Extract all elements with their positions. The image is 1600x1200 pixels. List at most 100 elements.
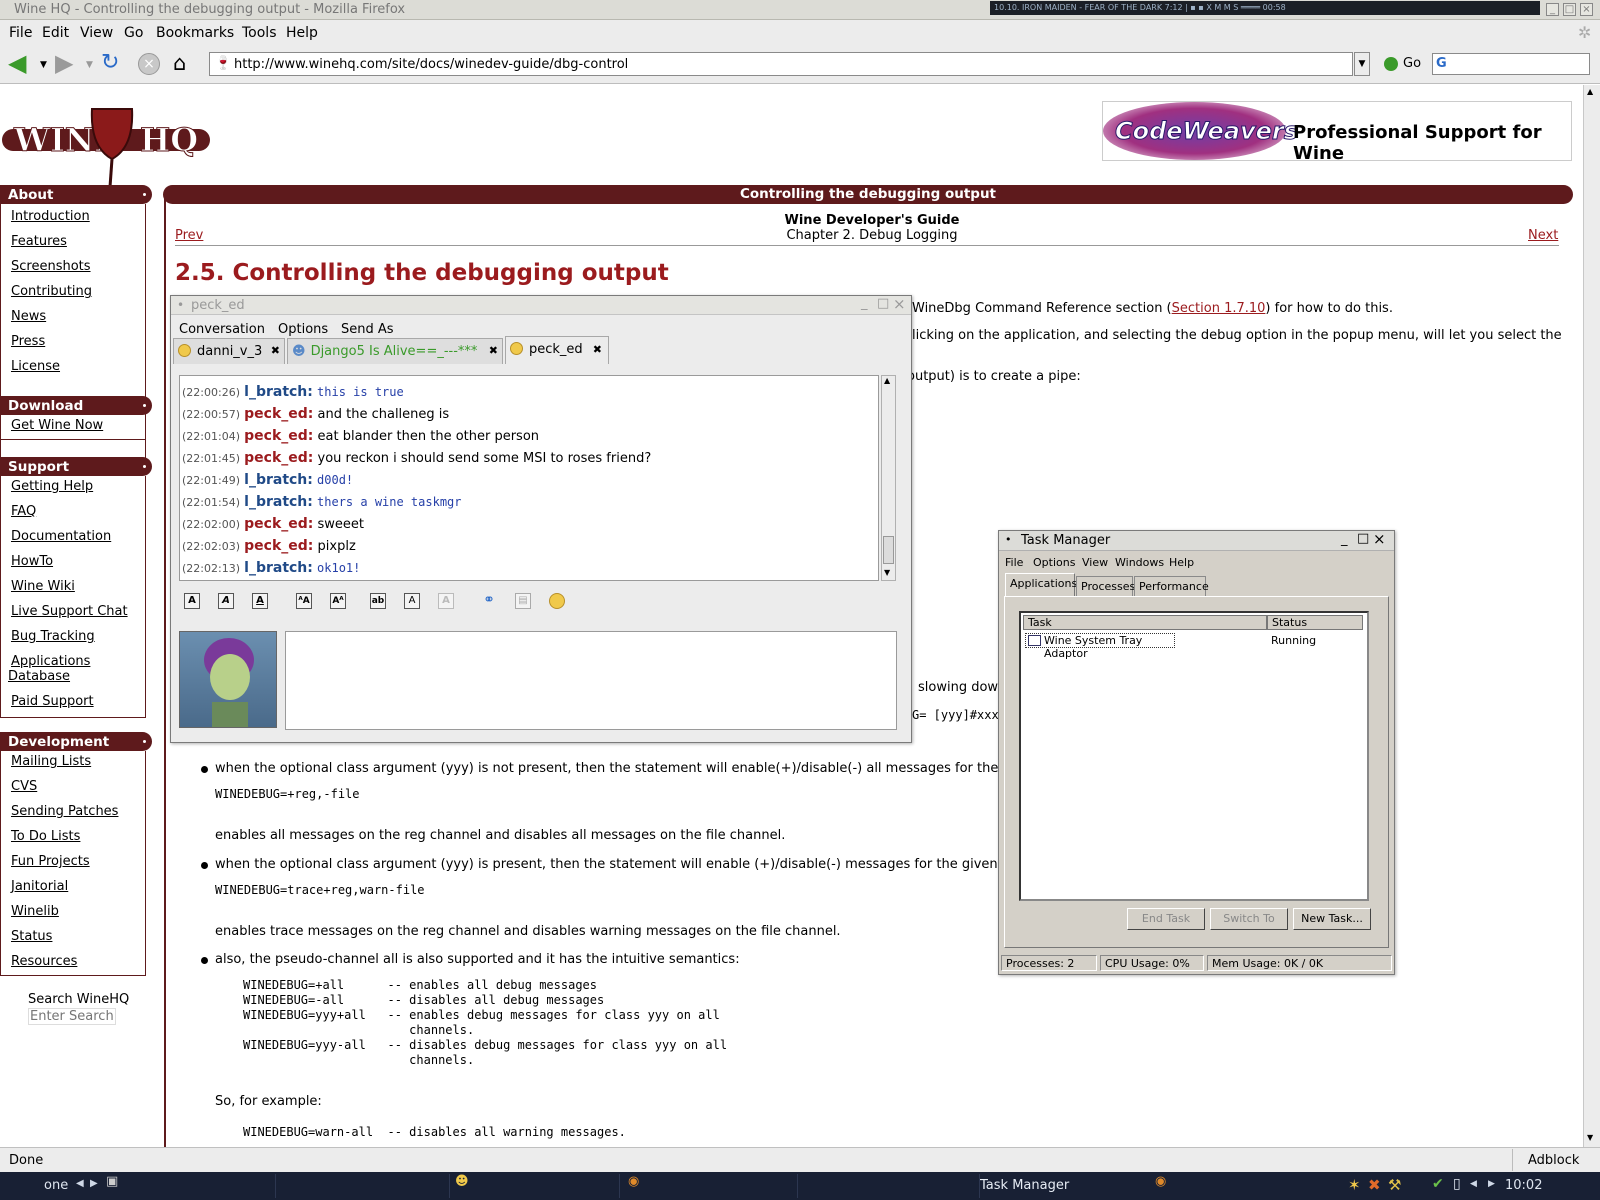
desk-prev-icon[interactable]: ◀	[76, 1178, 84, 1189]
menu-file[interactable]: File	[9, 25, 32, 41]
forward-dropdown-icon[interactable]: ▼	[86, 60, 93, 70]
menu-go[interactable]: Go	[124, 25, 143, 41]
tray-monitor-icon[interactable]: ▯	[1453, 1176, 1461, 1192]
minimize-icon[interactable]: _	[1546, 3, 1559, 16]
forward-arrow-icon[interactable]: ▶	[55, 51, 81, 76]
sidebar-item-to-do-lists[interactable]: To Do Lists	[11, 829, 80, 844]
sidebar-item-screenshots[interactable]: Screenshots	[11, 259, 91, 274]
tab-django5[interactable]: ☻ Django5 Is Alive==_---*** ✖	[287, 338, 503, 364]
go-icon[interactable]	[1384, 57, 1398, 71]
tab-close-icon[interactable]: ✖	[489, 344, 498, 357]
chat-scrollbar[interactable]: ▲ ▼	[881, 375, 896, 581]
tray-tool-icon[interactable]: ⚒	[1388, 1176, 1401, 1194]
tm-menu-file[interactable]: File	[1005, 556, 1023, 569]
sidebar-item-winelib[interactable]: Winelib	[11, 904, 59, 919]
menu-view[interactable]: View	[80, 25, 113, 41]
sidebar-item-introduction[interactable]: Introduction	[11, 209, 90, 224]
taskbar-item[interactable]: ☻	[455, 1174, 620, 1198]
italic-icon[interactable]: A	[218, 593, 234, 609]
page-scrollbar[interactable]: ▲ ▼	[1583, 85, 1600, 1147]
prev-link[interactable]: Prev	[175, 228, 203, 243]
desk-next-icon[interactable]: ▶	[90, 1178, 98, 1189]
link-icon[interactable]: ⚭	[481, 593, 497, 609]
taskbar-item-task-manager[interactable]: Task Manager	[980, 1174, 1150, 1198]
scroll-down-icon[interactable]: ▼	[1587, 1133, 1593, 1142]
menu-help[interactable]: Help	[286, 25, 318, 41]
sidebar-item-wine-wiki[interactable]: Wine Wiki	[11, 579, 75, 594]
close-icon[interactable]: ×	[1580, 3, 1593, 16]
sidebar-item-sending-patches[interactable]: Sending Patches	[11, 804, 118, 819]
sidebar-item-documentation[interactable]: Documentation	[11, 529, 111, 544]
menu-bookmarks[interactable]: Bookmarks	[156, 25, 234, 41]
tray-prev-icon[interactable]: ◀	[1470, 1179, 1477, 1189]
sidebar-item-status[interactable]: Status	[11, 929, 52, 944]
sidebar-item-database[interactable]: Database	[8, 669, 70, 684]
taskbar-item[interactable]	[802, 1174, 980, 1198]
sidebar-item-paid-support[interactable]: Paid Support	[11, 694, 94, 709]
task-manager-titlebar[interactable]: • Task Manager _ □ ×	[999, 530, 1394, 551]
scroll-up-icon[interactable]: ▲	[884, 376, 890, 385]
winehq-logo[interactable]: WINE HQ	[2, 107, 210, 195]
sidebar-item-faq[interactable]: FAQ	[11, 504, 36, 519]
chat-window[interactable]: • peck_ed _ □ × Conversation Options Sen…	[170, 295, 912, 743]
sidebar-item-janitorial[interactable]: Janitorial	[11, 879, 68, 894]
underline-icon[interactable]: A	[252, 593, 268, 609]
tab-applications[interactable]: Applications	[1005, 573, 1077, 597]
end-task-button[interactable]: End Task	[1127, 908, 1205, 930]
background-color-icon[interactable]: A	[438, 593, 454, 609]
taskbar-item[interactable]: ▣	[106, 1174, 276, 1198]
sidebar-item-applications[interactable]: Applications	[11, 654, 90, 669]
menu-tools[interactable]: Tools	[242, 25, 277, 41]
back-dropdown-icon[interactable]: ▼	[40, 60, 47, 70]
taskbar-item[interactable]: ◉	[1155, 1174, 1340, 1198]
tm-close-icon[interactable]: ×	[1373, 530, 1386, 548]
sidebar-item-fun-projects[interactable]: Fun Projects	[11, 854, 90, 869]
chat-titlebar[interactable]: • peck_ed _ □ ×	[171, 295, 911, 315]
search-input[interactable]: G	[1432, 53, 1590, 75]
chat-log[interactable]: (22:00:26) l_bratch: this is true (22:00…	[179, 375, 879, 581]
home-icon[interactable]: ⌂	[173, 52, 197, 76]
desktop-name[interactable]: one	[44, 1178, 68, 1193]
column-task[interactable]: Task	[1023, 615, 1267, 630]
tm-menu-windows[interactable]: Windows	[1115, 556, 1164, 569]
image-icon[interactable]: ▤	[515, 593, 531, 609]
chat-menu-send-as[interactable]: Send As	[341, 322, 394, 337]
back-arrow-icon[interactable]: ◀	[8, 51, 34, 76]
smaller-font-icon[interactable]: Aᴬ	[330, 593, 346, 609]
tray-check-icon[interactable]: ✔	[1432, 1176, 1444, 1192]
sidebar-item-howto[interactable]: HowTo	[11, 554, 53, 569]
switch-to-button[interactable]: Switch To	[1210, 908, 1288, 930]
sidebar-item-resources[interactable]: Resources	[11, 954, 77, 969]
taskbar-item[interactable]	[280, 1174, 450, 1198]
sidebar-item-getting-help[interactable]: Getting Help	[11, 479, 93, 494]
tab-danni-v-3[interactable]: danni_v_3 ✖	[173, 338, 285, 364]
tm-menu-view[interactable]: View	[1082, 556, 1108, 569]
next-link[interactable]: Next	[1528, 228, 1558, 243]
maximize-icon[interactable]: □	[1563, 3, 1576, 16]
tray-next-icon[interactable]: ▶	[1488, 1179, 1495, 1189]
chat-menu-conversation[interactable]: Conversation	[179, 322, 265, 337]
sidebar-item-get-wine-now[interactable]: Get Wine Now	[11, 418, 103, 433]
task-list[interactable]: Task Status Wine System Tray Adaptor Run…	[1019, 611, 1369, 901]
adblock-button[interactable]: Adblock	[1528, 1153, 1579, 1168]
chat-maximize-icon[interactable]: □	[877, 296, 889, 311]
sidebar-item-features[interactable]: Features	[11, 234, 67, 249]
smiley-insert-icon[interactable]	[549, 593, 565, 609]
stop-icon[interactable]: ×	[138, 53, 160, 75]
menu-edit[interactable]: Edit	[42, 25, 69, 41]
sidebar-item-mailing-lists[interactable]: Mailing Lists	[11, 754, 91, 769]
codeweavers-banner[interactable]: CodeWeavers Professional Support for Win…	[1102, 101, 1572, 164]
tab-peck-ed[interactable]: peck_ed ✖	[505, 336, 609, 364]
chat-scroll-thumb[interactable]	[883, 536, 894, 564]
tab-performance[interactable]: Performance	[1134, 576, 1209, 596]
section-link[interactable]: Section 1.7.10	[1172, 301, 1266, 316]
chat-menu-options[interactable]: Options	[278, 322, 328, 337]
taskbar-item[interactable]: ◉	[628, 1174, 798, 1198]
window-titlebar[interactable]: Wine HQ - Controlling the debugging outp…	[0, 0, 1600, 20]
tab-close-icon[interactable]: ✖	[271, 344, 280, 357]
foreground-color-icon[interactable]: A	[404, 593, 420, 609]
font-face-icon[interactable]: ab	[370, 593, 386, 609]
task-manager-window[interactable]: • Task Manager _ □ × File Options View W…	[998, 530, 1395, 975]
message-input[interactable]	[285, 631, 897, 730]
tm-maximize-icon[interactable]: □	[1357, 531, 1369, 546]
